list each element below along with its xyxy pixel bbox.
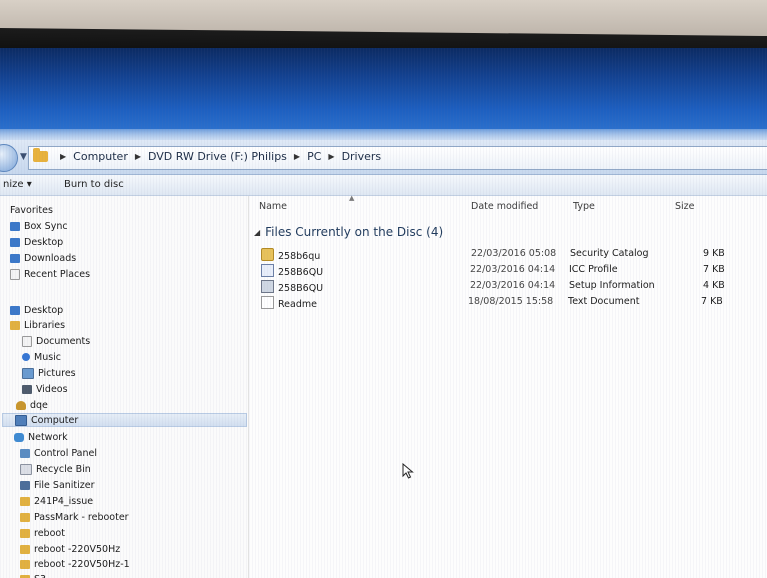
- file-date: 22/03/2016 05:08: [471, 248, 557, 259]
- file-type: Security Catalog: [570, 248, 649, 259]
- nav-item-control-panel[interactable]: Control Panel: [20, 446, 97, 460]
- nav-item-reboot-220v50hz-1[interactable]: reboot -220V50Hz-1: [20, 557, 130, 571]
- breadcrumb-computer[interactable]: Computer: [72, 150, 129, 163]
- breadcrumb-pc[interactable]: PC: [306, 150, 322, 163]
- burn-to-disc-button[interactable]: Burn to disc: [64, 179, 124, 190]
- nav-item-documents[interactable]: Documents: [22, 334, 90, 348]
- favorites-header[interactable]: Favorites: [10, 203, 53, 217]
- file-type: ICC Profile: [569, 264, 618, 275]
- nav-item-reboot-220v50hz[interactable]: reboot -220V50Hz: [20, 542, 120, 556]
- nav-item-241p4-issue[interactable]: 241P4_issue: [20, 494, 93, 508]
- file-size: 7 KB: [701, 296, 723, 307]
- mouse-cursor-icon: [402, 463, 414, 479]
- navigation-pane: Favorites Box Sync Desktop Downloads Rec…: [0, 196, 249, 578]
- nav-item-computer[interactable]: Computer: [2, 413, 247, 427]
- desktop-icon: [10, 305, 20, 315]
- file-size: 7 KB: [703, 264, 725, 275]
- file-date: 22/03/2016 04:14: [470, 264, 556, 275]
- user-folder-icon: [16, 400, 26, 410]
- nav-item-desktop[interactable]: Desktop: [10, 303, 63, 317]
- recent-pages-dropdown-icon[interactable]: ▼: [20, 152, 27, 162]
- folder-icon: [33, 148, 48, 162]
- table-row[interactable]: 258B6QU 22/03/2016 04:14 Setup Informati…: [249, 280, 767, 294]
- computer-icon: [15, 414, 27, 426]
- file-list: Name ▲ Date modified Type Size ◢ Files C…: [249, 194, 767, 578]
- box-sync-icon: [10, 221, 20, 231]
- column-header-date-modified[interactable]: Date modified: [471, 201, 538, 212]
- folder-icon: [20, 559, 30, 569]
- column-header-size[interactable]: Size: [675, 201, 695, 212]
- file-date: 22/03/2016 04:14: [470, 280, 556, 291]
- nav-item-recycle-bin[interactable]: Recycle Bin: [20, 462, 91, 476]
- sort-caret-icon: ▲: [349, 194, 355, 202]
- pictures-icon: [22, 367, 34, 379]
- recent-places-icon: [10, 268, 20, 280]
- nav-item-passmark-rebooter[interactable]: PassMark - rebooter: [20, 510, 129, 524]
- breadcrumb-arrow-icon[interactable]: ▶: [135, 152, 141, 161]
- breadcrumb-drivers[interactable]: Drivers: [341, 150, 383, 163]
- downloads-icon: [10, 253, 20, 263]
- file-size: 9 KB: [703, 248, 725, 259]
- network-icon: [14, 432, 24, 442]
- file-size: 4 KB: [703, 280, 725, 291]
- file-type: Text Document: [568, 296, 640, 307]
- nav-item-libraries[interactable]: Libraries: [10, 318, 65, 332]
- explorer-window: ▼ ▶ Computer ▶ DVD RW Drive (F:) Philips…: [0, 48, 767, 578]
- folder-icon: [20, 512, 30, 522]
- file-date: 18/08/2015 15:58: [468, 296, 554, 307]
- control-panel-icon: [20, 448, 30, 458]
- nav-item-music[interactable]: Music: [22, 350, 61, 364]
- nav-item-reboot[interactable]: reboot: [20, 526, 65, 540]
- music-icon: [22, 353, 30, 361]
- folder-icon: [20, 544, 30, 554]
- column-header-type[interactable]: Type: [573, 201, 595, 212]
- back-button[interactable]: [0, 144, 18, 172]
- command-bar: nize ▾ Burn to disc: [0, 175, 767, 196]
- icc-profile-icon: [261, 264, 274, 277]
- folder-icon: [20, 574, 30, 578]
- documents-icon: [22, 335, 32, 347]
- nav-item-s3[interactable]: S3: [20, 572, 46, 578]
- nav-item-recent-places[interactable]: Recent Places: [10, 267, 90, 281]
- folder-icon: [20, 496, 30, 506]
- videos-icon: [22, 384, 32, 394]
- breadcrumb-arrow-icon[interactable]: ▶: [60, 152, 66, 161]
- nav-item-desktop-favorite[interactable]: Desktop: [10, 235, 63, 249]
- recycle-bin-icon: [20, 463, 32, 475]
- table-row[interactable]: Readme 18/08/2015 15:58 Text Document 7 …: [249, 296, 767, 310]
- breadcrumb-arrow-icon[interactable]: ▶: [294, 152, 300, 161]
- collapse-triangle-icon[interactable]: ◢: [254, 228, 260, 237]
- text-document-icon: [261, 296, 274, 309]
- setup-information-icon: [261, 280, 274, 293]
- breadcrumb[interactable]: ▶ Computer ▶ DVD RW Drive (F:) Philips ▶…: [28, 146, 767, 170]
- address-bar: ▼ ▶ Computer ▶ DVD RW Drive (F:) Philips…: [0, 140, 767, 175]
- nav-item-network[interactable]: Network: [14, 430, 68, 444]
- nav-item-videos[interactable]: Videos: [22, 382, 68, 396]
- nav-item-dqe[interactable]: dqe: [16, 398, 48, 412]
- organize-button[interactable]: nize ▾: [3, 179, 32, 190]
- table-row[interactable]: 258b6qu 22/03/2016 05:08 Security Catalo…: [249, 248, 767, 262]
- title-bar[interactable]: [0, 48, 767, 143]
- breadcrumb-arrow-icon[interactable]: ▶: [328, 152, 334, 161]
- breadcrumb-dvd-drive[interactable]: DVD RW Drive (F:) Philips: [147, 150, 288, 163]
- file-sanitizer-icon: [20, 480, 30, 490]
- table-row[interactable]: 258B6QU 22/03/2016 04:14 ICC Profile 7 K…: [249, 264, 767, 278]
- desktop-icon: [10, 237, 20, 247]
- nav-item-box-sync[interactable]: Box Sync: [10, 219, 68, 233]
- file-type: Setup Information: [569, 280, 655, 291]
- nav-item-downloads[interactable]: Downloads: [10, 251, 76, 265]
- libraries-icon: [10, 320, 20, 330]
- nav-item-file-sanitizer[interactable]: File Sanitizer: [20, 478, 95, 492]
- folder-icon: [20, 528, 30, 538]
- group-header[interactable]: ◢ Files Currently on the Disc (4): [254, 225, 443, 239]
- nav-item-pictures[interactable]: Pictures: [22, 366, 76, 380]
- column-header-name[interactable]: Name: [259, 201, 287, 212]
- security-catalog-icon: [261, 248, 274, 261]
